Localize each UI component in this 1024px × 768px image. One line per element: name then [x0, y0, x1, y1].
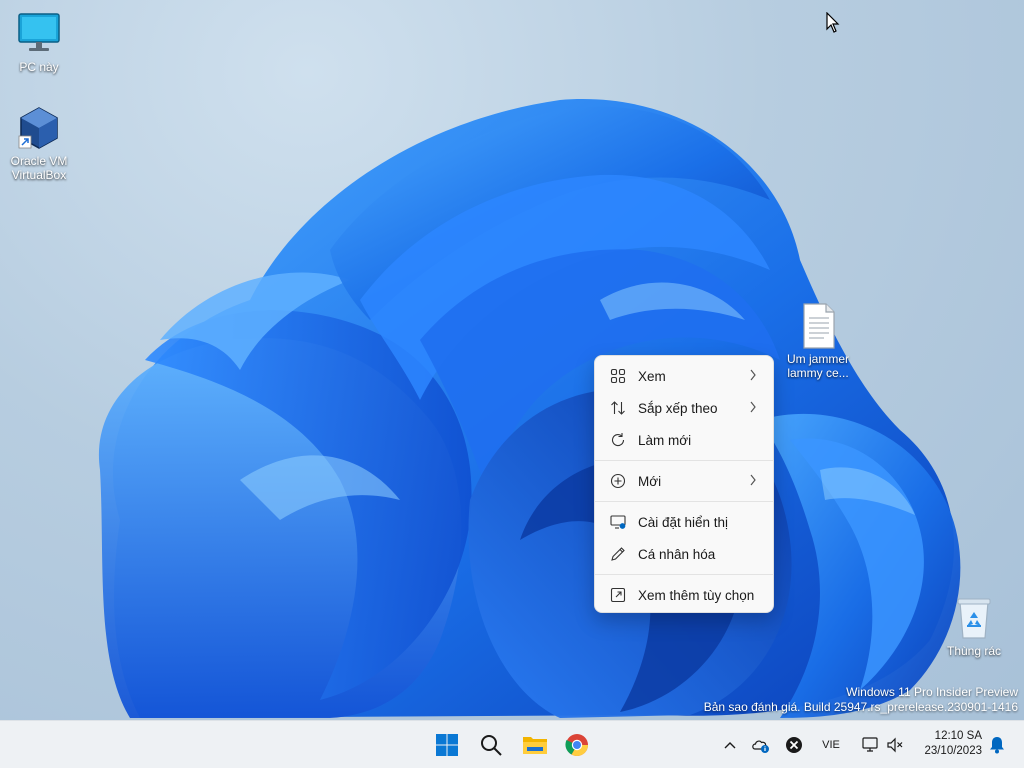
menu-item-label: Xem thêm tùy chọn [638, 587, 755, 603]
start-button[interactable] [430, 729, 464, 761]
desktop-icon-label: PC này [19, 60, 59, 74]
menu-item-label: Làm mới [638, 432, 692, 448]
search-button[interactable] [474, 729, 508, 761]
monitor-icon [15, 10, 63, 58]
clock-time: 12:10 SA [934, 730, 982, 742]
watermark-line-1: Windows 11 Pro Insider Preview [846, 685, 1018, 699]
refresh-icon [609, 431, 627, 449]
menu-item-label: Cá nhân hóa [638, 546, 716, 562]
menu-item-new[interactable]: Mới [595, 465, 773, 497]
sort-icon [609, 399, 627, 417]
desktop-icon-text-file[interactable]: Um jammer lammy ce... [780, 302, 856, 380]
chrome-button[interactable] [560, 729, 594, 761]
clock-date: 23/10/2023 [924, 745, 982, 757]
menu-item-label: Mới [638, 473, 662, 489]
network-icon [862, 737, 878, 752]
menu-item-refresh[interactable]: Làm mới [595, 424, 773, 456]
language-indicator: VIE [822, 739, 840, 751]
desktop-icon-label: Thùng rác [946, 644, 1002, 658]
notifications-button[interactable] [986, 733, 1008, 757]
build-watermark: Windows 11 Pro Insider Preview Bản sao đ… [704, 685, 1018, 715]
onedrive-status-button[interactable] [750, 733, 772, 757]
view-grid-icon [609, 367, 627, 385]
chevron-right-icon [750, 401, 756, 413]
text-file-icon [794, 302, 842, 350]
clock-button[interactable]: 12:10 SA 23/10/2023 [924, 729, 982, 759]
volume-muted-icon [887, 737, 903, 753]
show-hidden-icons-button[interactable] [720, 733, 740, 757]
search-icon [481, 735, 502, 756]
input-language-button[interactable]: VIE [816, 733, 846, 757]
menu-item-personalize[interactable]: Cá nhân hóa [595, 538, 773, 570]
desktop-icon-label: Um jammer lammy ce... [787, 352, 849, 380]
menu-item-label: Xem [638, 368, 666, 384]
menu-item-more-options[interactable]: Xem thêm tùy chọn [595, 579, 773, 611]
chrome-icon [565, 734, 588, 756]
folder-icon [523, 737, 547, 754]
taskbar: VIE 12:10 SA 23/10/2023 [0, 720, 1024, 768]
chevron-right-icon [750, 369, 756, 381]
menu-item-display-settings[interactable]: Cài đặt hiển thị [595, 506, 773, 538]
personalize-pen-icon [609, 545, 627, 563]
bell-icon [990, 737, 1004, 754]
menu-item-label: Sắp xếp theo [638, 400, 718, 416]
display-settings-icon [609, 513, 627, 531]
recycle-bin-icon [950, 594, 998, 642]
desktop-icon-virtualbox[interactable]: Oracle VM VirtualBox [1, 104, 77, 182]
chevron-right-icon [750, 474, 756, 486]
desktop-icon-this-pc[interactable]: PC này [1, 10, 77, 74]
menu-item-sort-by[interactable]: Sắp xếp theo [595, 392, 773, 424]
chevron-up-icon [724, 742, 736, 749]
menu-separator [595, 501, 773, 502]
menu-item-label: Cài đặt hiển thị [638, 514, 729, 530]
wallpaper-bloom [98, 99, 961, 718]
virtualbox-icon [15, 104, 63, 152]
network-volume-button[interactable] [856, 733, 908, 757]
close-circle-icon [786, 737, 802, 753]
mouse-pointer-icon [826, 12, 840, 33]
vm-tray-button[interactable] [783, 733, 805, 757]
more-options-icon [609, 586, 627, 604]
menu-separator [595, 574, 773, 575]
desktop-icon-recycle-bin[interactable]: Thùng rác [936, 594, 1012, 658]
watermark-line-2: Bản sao đánh giá. Build 25947.rs_prerele… [703, 700, 1018, 714]
desktop[interactable]: PC này Oracle VM VirtualBox Um jammer la… [0, 0, 1024, 720]
desktop-context-menu: Xem Sắp xếp theo Làm mới Mới Cài đặt hiể… [594, 355, 774, 613]
windows-start-icon [436, 734, 458, 756]
cloud-info-icon [752, 740, 769, 753]
menu-separator [595, 460, 773, 461]
desktop-icon-label: Oracle VM VirtualBox [10, 154, 68, 182]
menu-item-view[interactable]: Xem [595, 360, 773, 392]
file-explorer-button[interactable] [518, 729, 552, 761]
new-plus-icon [609, 472, 627, 490]
